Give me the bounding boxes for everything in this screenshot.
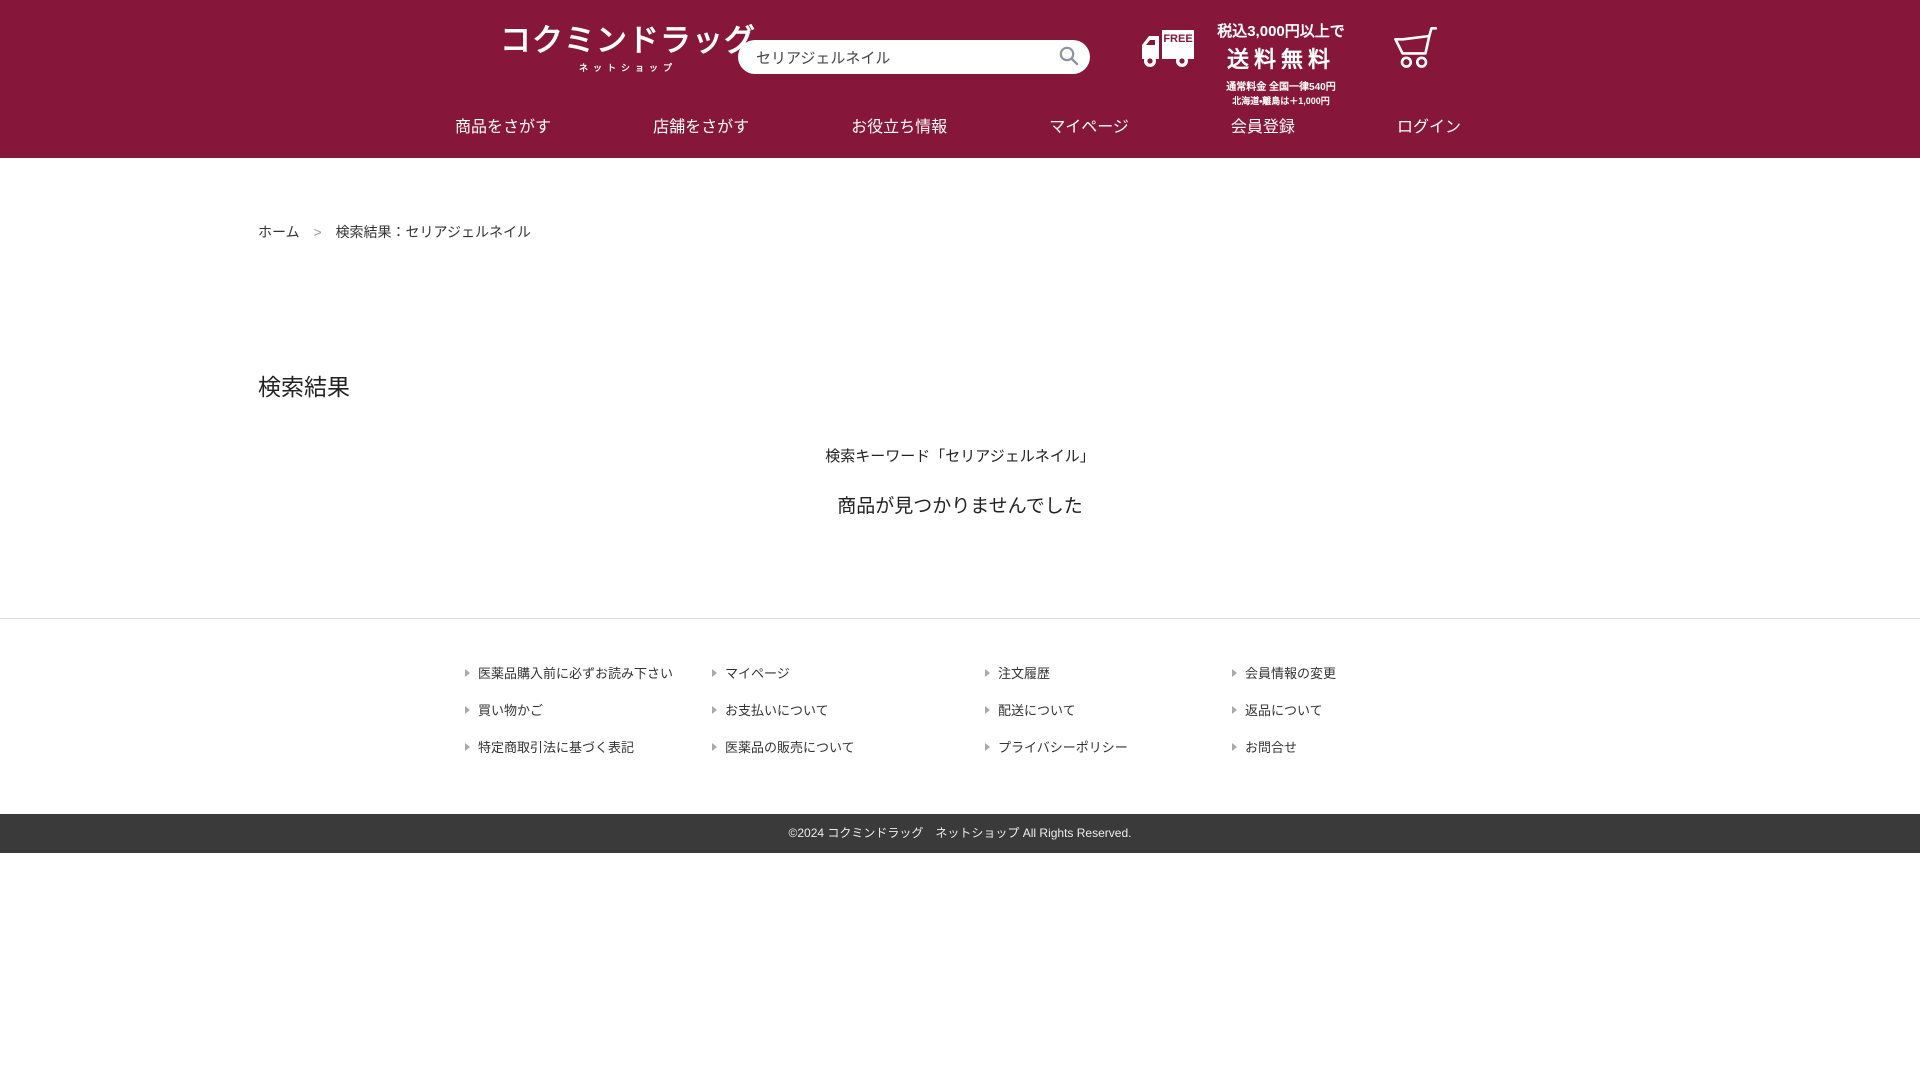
footer-column-1: 医薬品購入前に必ずお読み下さい 買い物かご 特定商取引法に基づく表記 <box>465 663 712 756</box>
footer-link-mypage[interactable]: マイページ <box>712 663 985 682</box>
footer-links: 医薬品購入前に必ずお読み下さい 買い物かご 特定商取引法に基づく表記 マイページ… <box>0 618 1920 814</box>
footer-link-legal-notice[interactable]: 特定商取引法に基づく表記 <box>465 737 712 756</box>
nav-item-login[interactable]: ログイン <box>1397 113 1461 137</box>
footer-column-3: 注文履歴 配送について プライバシーポリシー <box>985 663 1232 756</box>
nav-item-products[interactable]: 商品をさがす <box>455 113 551 137</box>
logo-title: コクミンドラッグ <box>500 24 756 58</box>
footer-link-privacy-policy[interactable]: プライバシーポリシー <box>985 737 1232 756</box>
arrow-right-icon <box>985 669 990 677</box>
arrow-right-icon <box>465 669 470 677</box>
search-button[interactable] <box>1056 43 1082 72</box>
footer-link-member-info[interactable]: 会員情報の変更 <box>1232 663 1336 682</box>
free-shipping-truck-icon: FREE <box>1138 28 1196 75</box>
arrow-right-icon <box>465 743 470 751</box>
site-logo[interactable]: コクミンドラッグ ネットショップ <box>500 24 756 74</box>
arrow-right-icon <box>712 669 717 677</box>
cart-icon <box>1390 60 1438 75</box>
cart-button[interactable] <box>1390 24 1438 75</box>
copyright-bar: ©2024 コクミンドラッグ ネットショップ All Rights Reserv… <box>0 814 1920 853</box>
breadcrumb-home-link[interactable]: ホーム <box>258 224 300 240</box>
footer-link-cart[interactable]: 買い物かご <box>465 700 712 719</box>
search-box <box>738 40 1090 74</box>
nav-item-register[interactable]: 会員登録 <box>1231 113 1295 137</box>
shipping-threshold-text: 税込3,000円以上で <box>1206 20 1356 41</box>
arrow-right-icon <box>1232 706 1237 714</box>
footer-link-drug-sales[interactable]: 医薬品の販売について <box>712 737 985 756</box>
search-results-section: 検索結果 検索キーワード「セリアジェルネイル」 商品が見つかりませんでした <box>0 240 1920 618</box>
breadcrumb-separator: > <box>313 224 321 240</box>
copyright-text: ©2024 コクミンドラッグ ネットショップ All Rights Reserv… <box>789 826 1132 840</box>
arrow-right-icon <box>1232 743 1237 751</box>
search-input[interactable] <box>754 48 1056 67</box>
arrow-right-icon <box>712 743 717 751</box>
footer-link-order-history[interactable]: 注文履歴 <box>985 663 1232 682</box>
no-results-text: 商品が見つかりませんでした <box>0 491 1920 518</box>
footer-link-delivery[interactable]: 配送について <box>985 700 1232 719</box>
free-shipping-text: 送料無料 <box>1206 42 1356 74</box>
arrow-right-icon <box>1232 669 1237 677</box>
page-title: 検索結果 <box>258 368 1920 402</box>
footer-link-payment[interactable]: お支払いについて <box>712 700 985 719</box>
arrow-right-icon <box>985 743 990 751</box>
search-keyword-text: 検索キーワード「セリアジェルネイル」 <box>0 445 1920 466</box>
arrow-right-icon <box>985 706 990 714</box>
nav-item-useful-info[interactable]: お役立ち情報 <box>851 113 947 137</box>
site-footer: 医薬品購入前に必ずお読み下さい 買い物かご 特定商取引法に基づく表記 マイページ… <box>0 618 1920 853</box>
footer-link-contact[interactable]: お問合せ <box>1232 737 1336 756</box>
footer-column-2: マイページ お支払いについて 医薬品の販売について <box>712 663 985 756</box>
svg-text:FREE: FREE <box>1163 33 1192 45</box>
footer-link-returns[interactable]: 返品について <box>1232 700 1336 719</box>
nav-item-mypage[interactable]: マイページ <box>1049 113 1129 137</box>
footer-link-drug-notice[interactable]: 医薬品購入前に必ずお読み下さい <box>465 663 712 682</box>
site-header: コクミンドラッグ ネットショップ FREE <box>0 0 1920 158</box>
main-nav: 商品をさがす 店舗をさがす お役立ち情報 マイページ 会員登録 ログイン <box>455 92 1461 158</box>
arrow-right-icon <box>465 706 470 714</box>
footer-column-4: 会員情報の変更 返品について お問合せ <box>1232 663 1336 756</box>
breadcrumb: ホーム > 検索結果：セリアジェルネイル <box>0 158 1920 240</box>
logo-subtitle: ネットショップ <box>500 61 756 74</box>
nav-item-stores[interactable]: 店舗をさがす <box>653 113 749 137</box>
shipping-note-1: 通常料金 全国一律540円 <box>1206 78 1356 93</box>
search-icon <box>1058 45 1080 70</box>
breadcrumb-current: 検索結果：セリアジェルネイル <box>336 224 531 240</box>
arrow-right-icon <box>712 706 717 714</box>
